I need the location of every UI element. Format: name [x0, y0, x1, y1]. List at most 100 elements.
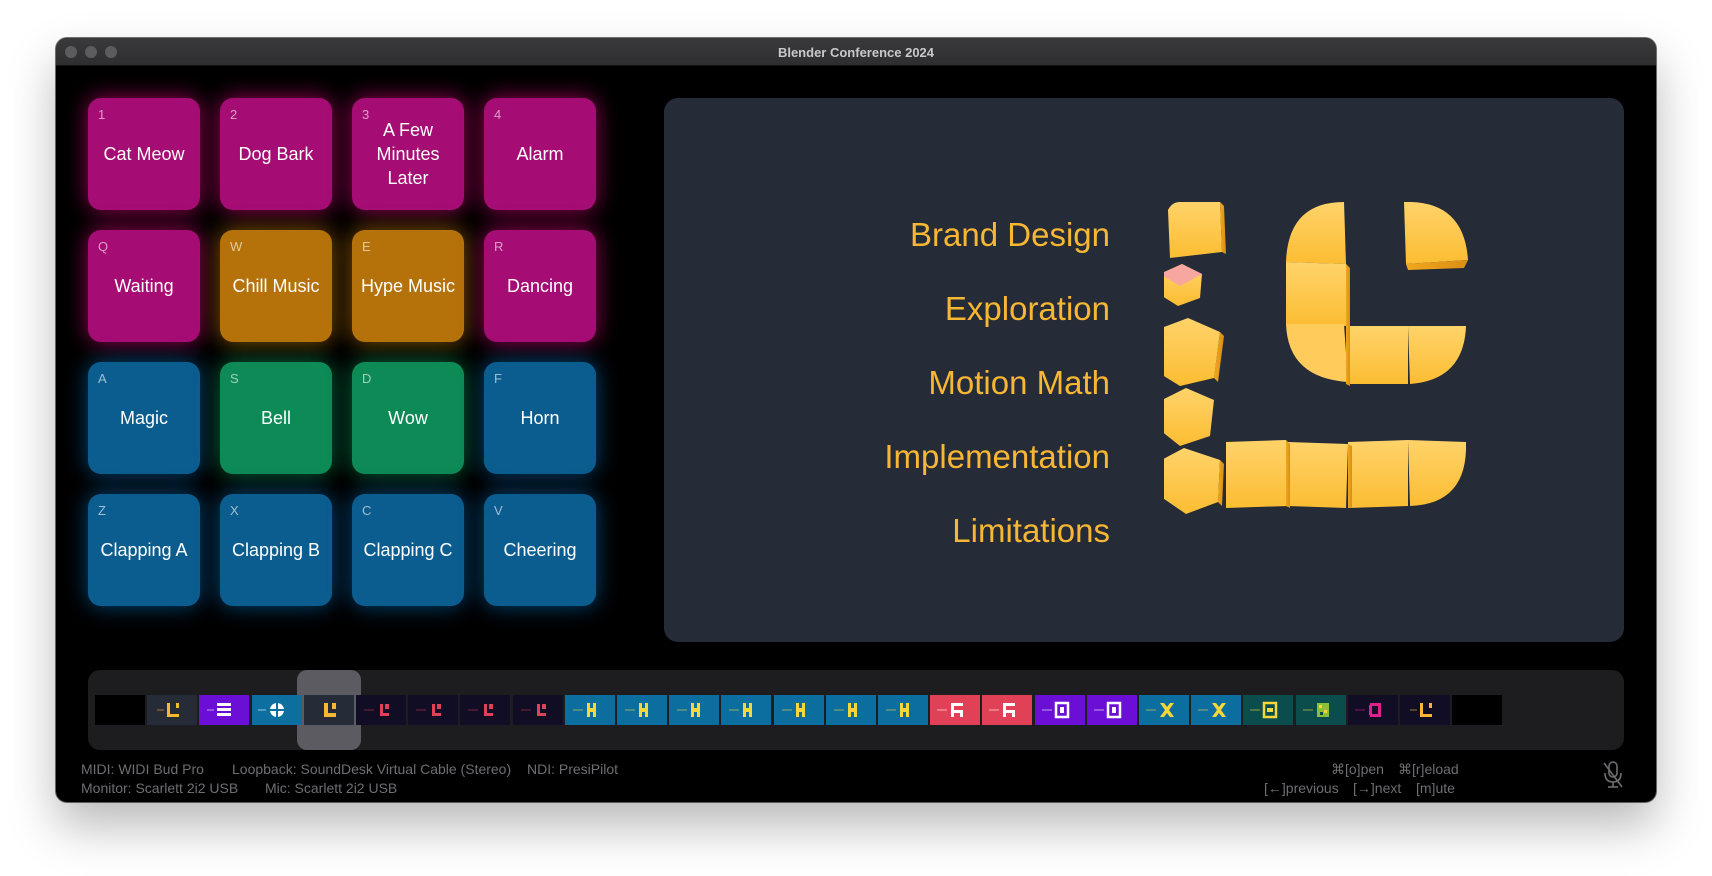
topic-implementation: Implementation: [884, 438, 1110, 475]
box-icon: [1243, 695, 1294, 725]
sound-pad[interactable]: Z Clapping A: [88, 494, 200, 606]
slide-thumbnail[interactable]: [564, 695, 615, 725]
pad-label: Clapping A: [100, 540, 188, 560]
sound-pad[interactable]: W Chill Music: [220, 230, 332, 342]
split-icon: [825, 695, 876, 725]
sound-pad[interactable]: E Hype Music: [352, 230, 464, 342]
next-shortcut[interactable]: [→]next: [1353, 779, 1401, 798]
corner-icon: [512, 695, 563, 725]
x-icon: [1191, 695, 1242, 725]
split-icon: [878, 695, 928, 725]
slide-thumbnail[interactable]: [356, 695, 406, 725]
topic-list: Brand Design Exploration Motion Math Imp…: [884, 198, 1110, 568]
sound-pad[interactable]: X Clapping B: [220, 494, 332, 606]
logo-icon: [303, 695, 354, 725]
plus-ring-icon: [251, 695, 302, 725]
slide-thumbnail[interactable]: [669, 695, 720, 725]
slide-thumbnail[interactable]: [512, 695, 563, 725]
slide-filmstrip[interactable]: [88, 670, 1624, 750]
pad-label: Alarm: [516, 144, 564, 164]
monitor-status: Monitor: Scarlett 2i2 USB: [81, 780, 239, 796]
mute-shortcut[interactable]: [m]ute: [1416, 779, 1455, 798]
split-icon: [564, 695, 615, 725]
sound-pad[interactable]: 4 Alarm: [484, 98, 596, 210]
slide-thumbnail[interactable]: [251, 695, 302, 725]
reload-shortcut[interactable]: ⌘[r]eload: [1398, 760, 1459, 779]
pixel-icon: [1295, 695, 1346, 725]
sound-pad[interactable]: D Wow: [352, 362, 464, 474]
pad-label: Magic: [119, 408, 168, 428]
slide-preview: Brand Design Exploration Motion Math Imp…: [664, 98, 1624, 642]
slide-thumbnail[interactable]: [1452, 695, 1503, 725]
sound-pad[interactable]: S Bell: [220, 362, 332, 474]
slide-thumbnail[interactable]: [773, 695, 824, 725]
mic-muted-icon[interactable]: [1601, 760, 1625, 790]
split-icon: [721, 695, 772, 725]
slide-thumbnail[interactable]: [878, 695, 928, 725]
pad-label: Clapping C: [363, 540, 453, 560]
pad-label: Waiting: [114, 276, 174, 296]
sound-pad[interactable]: Q Waiting: [88, 230, 200, 342]
sound-pad[interactable]: 2 Dog Bark: [220, 98, 332, 210]
slide-thumbnail[interactable]: [147, 695, 198, 725]
slide-thumbnail[interactable]: [982, 695, 1033, 725]
slide-thumbnail[interactable]: [1243, 695, 1294, 725]
sound-pad[interactable]: 1 Cat Meow: [88, 98, 200, 210]
topic-limitations: Limitations: [952, 512, 1110, 549]
pad-label: Dog Bark: [238, 144, 314, 164]
app-window: Blender Conference 2024 1 Cat Meow 2 Dog Ba…: [56, 38, 1656, 802]
corner-icon: [460, 695, 511, 725]
sound-pad[interactable]: R Dancing: [484, 230, 596, 342]
slide-thumbnail[interactable]: [1139, 695, 1189, 725]
bars-icon: [199, 695, 250, 725]
slide-thumbnail[interactable]: [1191, 695, 1242, 725]
slide-thumbnail[interactable]: [721, 695, 772, 725]
slide-thumbnail[interactable]: [1034, 695, 1085, 725]
frame-icon: [1034, 695, 1085, 725]
corner-icon: [408, 695, 459, 725]
previous-shortcut[interactable]: [←]previous: [1264, 779, 1339, 798]
open-shortcut[interactable]: ⌘[o]pen: [1331, 760, 1384, 779]
sound-pad[interactable]: 3A Few Minutes Later: [352, 98, 464, 210]
logo-outline-icon: [1400, 695, 1450, 725]
sound-pad[interactable]: C Clapping C: [352, 494, 464, 606]
slide-thumbnail[interactable]: [1347, 695, 1398, 725]
logo-outline-icon: [147, 695, 198, 725]
slide-thumbnail[interactable]: [95, 695, 145, 725]
split-icon: [773, 695, 824, 725]
slide-thumbnail[interactable]: [617, 695, 667, 725]
pad-label: Hype Music: [360, 276, 456, 296]
slide-thumbnail[interactable]: [199, 695, 250, 725]
slide-thumbnail[interactable]: [460, 695, 511, 725]
pad-label: Cat Meow: [103, 144, 185, 164]
corner-icon: [356, 695, 406, 725]
slide-thumbnail[interactable]: [408, 695, 459, 725]
topic-exploration: Exploration: [944, 290, 1110, 327]
midi-status: MIDI: WIDI Bud Pro: [81, 761, 204, 777]
topic-motion-math: Motion Math: [928, 364, 1110, 401]
pad-label: Horn: [520, 408, 560, 428]
topic-brand-design: Brand Design: [910, 216, 1110, 253]
slide-thumbnail[interactable]: [825, 695, 876, 725]
pad-label: Bell: [260, 408, 291, 428]
blank-slide-icon: [95, 695, 145, 725]
frame-icon: [1086, 695, 1137, 725]
slide-thumbnail[interactable]: [1295, 695, 1346, 725]
pad-label: Clapping B: [231, 540, 321, 560]
loopback-status: Loopback: SoundDesk Virtual Cable (Stere…: [232, 761, 512, 777]
pad-label: Wow: [388, 408, 428, 428]
bracket-icon: [1347, 695, 1398, 725]
slide-thumbnail[interactable]: [303, 695, 354, 725]
grid-icon: [982, 695, 1033, 725]
slide-thumbnail[interactable]: [1400, 695, 1450, 725]
slide-thumbnail[interactable]: [1086, 695, 1137, 725]
pad-label: Chill Music: [232, 276, 320, 296]
grid-icon: [930, 695, 981, 725]
sound-pad[interactable]: V Cheering: [484, 494, 596, 606]
window-title: Blender Conference 2024: [777, 45, 935, 60]
sound-pad[interactable]: A Magic: [88, 362, 200, 474]
sound-pad[interactable]: F Horn: [484, 362, 596, 474]
title-bar[interactable]: Blender Conference 2024: [56, 38, 1656, 66]
mic-status: Mic: Scarlett 2i2 USB: [265, 780, 398, 796]
slide-thumbnail[interactable]: [930, 695, 981, 725]
